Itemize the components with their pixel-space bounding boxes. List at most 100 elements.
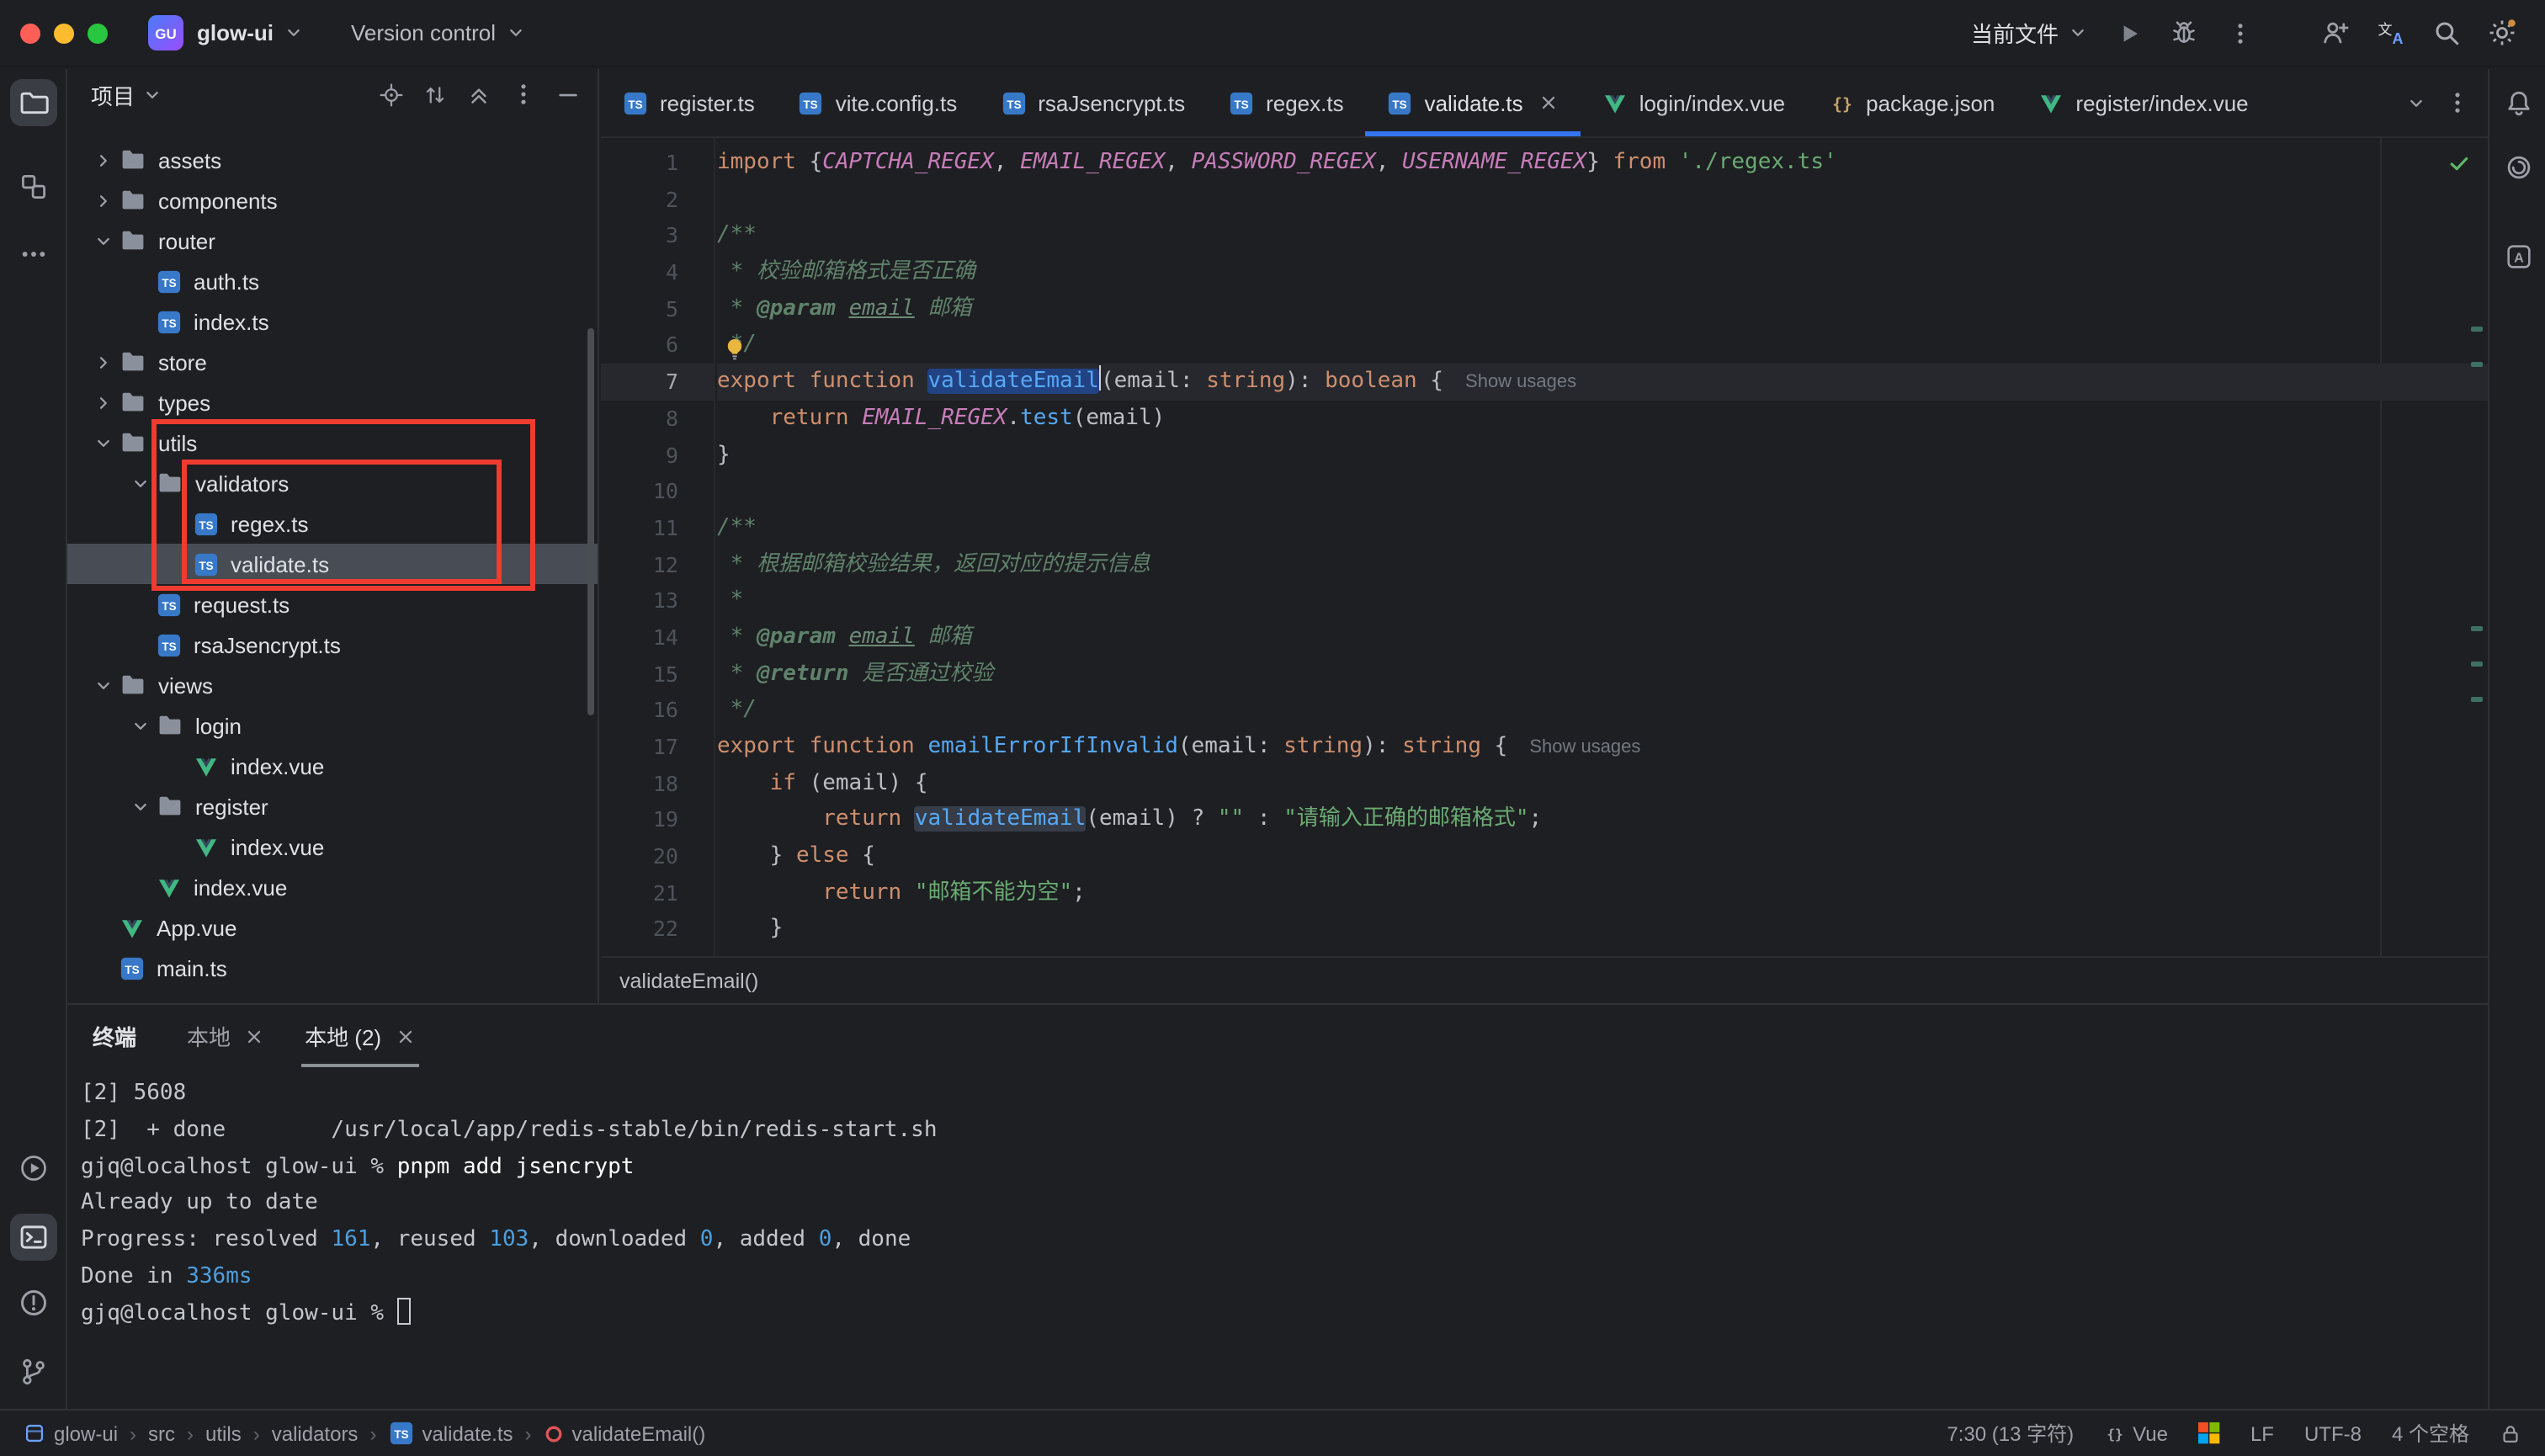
- translate-button[interactable]: 文A: [2368, 11, 2414, 55]
- close-icon[interactable]: [1538, 93, 1559, 113]
- chevron-right-icon[interactable]: [88, 149, 120, 171]
- tree-item-main.ts[interactable]: TSmain.ts: [67, 948, 598, 988]
- project-panel-title[interactable]: 项目: [91, 78, 135, 110]
- close-icon[interactable]: [395, 1026, 415, 1046]
- tree-item-request.ts[interactable]: TSrequest.ts: [67, 584, 598, 624]
- tree-item-register[interactable]: register: [67, 786, 598, 826]
- project-switcher[interactable]: glow-ui: [197, 20, 304, 45]
- chevron-down-icon[interactable]: [125, 472, 157, 494]
- tool-ai-assistant-button[interactable]: [2495, 143, 2542, 190]
- tool-translation-button[interactable]: A: [2495, 232, 2542, 279]
- chevron-down-icon[interactable]: [141, 83, 163, 105]
- statusbar-widget-utf-8[interactable]: UTF-8: [2304, 1421, 2362, 1445]
- search-button[interactable]: [2424, 11, 2469, 55]
- tree-item-index.vue[interactable]: index.vue: [67, 826, 598, 867]
- inlay-hint-show-usages[interactable]: Show usages: [1465, 372, 1576, 392]
- tab-validate.ts[interactable]: TSvalidate.ts: [1366, 69, 1581, 136]
- zoom-window-button[interactable]: [88, 23, 108, 43]
- editor-breadcrumb[interactable]: validateEmail(): [619, 969, 758, 992]
- statusbar-widget-windows[interactable]: [2198, 1422, 2220, 1444]
- run-configuration-widget[interactable]: 当前文件: [1971, 17, 2089, 49]
- minimize-window-button[interactable]: [54, 23, 74, 43]
- run-button[interactable]: [2106, 11, 2151, 55]
- tool-terminal-button[interactable]: [10, 1214, 57, 1261]
- chevron-right-icon[interactable]: [88, 391, 120, 413]
- tool-project-button[interactable]: [10, 79, 57, 126]
- statusbar-widget-lock[interactable]: [2500, 1421, 2521, 1445]
- locate-button[interactable]: [379, 82, 404, 107]
- vcs-widget[interactable]: Version control: [351, 20, 526, 45]
- tool-more-button[interactable]: [10, 231, 57, 278]
- tool-services-button[interactable]: [10, 1145, 57, 1192]
- chevron-right-icon[interactable]: [88, 189, 120, 211]
- chevron-down-icon[interactable]: [88, 432, 120, 454]
- project-scrollbar[interactable]: [587, 328, 594, 715]
- intention-bulb-icon[interactable]: [722, 337, 747, 362]
- statusbar-crumb-validateemail()[interactable]: validateEmail(): [544, 1421, 706, 1445]
- tab-register-index.vue[interactable]: register/index.vue: [2016, 69, 2270, 136]
- tab-regex.ts[interactable]: TSregex.ts: [1207, 69, 1366, 136]
- tabs-menu-button[interactable]: [2444, 89, 2471, 116]
- chevron-down-icon[interactable]: [88, 674, 120, 696]
- tool-notifications-button[interactable]: [2495, 79, 2542, 126]
- tab-login-index.vue[interactable]: login/index.vue: [1581, 69, 1807, 136]
- tree-item-auth.ts[interactable]: TSauth.ts: [67, 261, 598, 301]
- code-editor[interactable]: 12345678910111213141516171819202122 impo…: [601, 138, 2488, 956]
- tree-item-validate.ts[interactable]: TSvalidate.ts: [67, 544, 598, 584]
- statusbar-crumb-utils[interactable]: utils: [205, 1421, 242, 1445]
- tool-problems-button[interactable]: [10, 1279, 57, 1326]
- tree-item-components[interactable]: components: [67, 180, 598, 221]
- tree-item-validators[interactable]: validators: [67, 463, 598, 503]
- statusbar-crumb-src[interactable]: src: [148, 1421, 175, 1445]
- statusbar-crumb-validate.ts[interactable]: TSvalidate.ts: [388, 1421, 513, 1446]
- collapse-all-button[interactable]: [466, 82, 491, 107]
- statusbar-widget-lf[interactable]: LF: [2250, 1421, 2274, 1445]
- collaborate-button[interactable]: [2313, 11, 2358, 55]
- tree-item-router[interactable]: router: [67, 221, 598, 261]
- hide-button[interactable]: [555, 82, 581, 107]
- debug-button[interactable]: [2161, 11, 2207, 55]
- more-vertical-button[interactable]: [510, 81, 537, 108]
- settings-button[interactable]: [2479, 11, 2525, 55]
- statusbar-crumb-glow-ui[interactable]: glow-ui: [24, 1421, 118, 1445]
- tool-modules-button[interactable]: [10, 163, 57, 210]
- chevron-down-icon[interactable]: [125, 715, 157, 736]
- crumb-label: src: [148, 1421, 175, 1445]
- tree-item-rsajsencrypt.ts[interactable]: TSrsaJsencrypt.ts: [67, 624, 598, 665]
- tree-item-utils[interactable]: utils: [67, 422, 598, 463]
- chevron-down-icon[interactable]: [125, 795, 157, 817]
- tree-item-store[interactable]: store: [67, 342, 598, 382]
- tree-item-app.vue[interactable]: App.vue: [67, 907, 598, 948]
- hidden-tabs-button[interactable]: [2405, 92, 2427, 114]
- tree-item-login[interactable]: login: [67, 705, 598, 746]
- statusbar-widget-4-[interactable]: 4 个空格: [2392, 1419, 2469, 1448]
- tree-item-views[interactable]: views: [67, 665, 598, 705]
- tab-vite.config.ts[interactable]: TSvite.config.ts: [777, 69, 980, 136]
- tool-git-branch-button[interactable]: [10, 1348, 57, 1395]
- close-window-button[interactable]: [20, 23, 40, 43]
- terminal-tab--(2)[interactable]: 本地 (2): [284, 1005, 435, 1067]
- tree-item-types[interactable]: types: [67, 382, 598, 422]
- close-icon[interactable]: [244, 1026, 264, 1046]
- inspection-ok-icon[interactable]: [2447, 151, 2471, 175]
- more-vertical-button[interactable]: [2217, 11, 2262, 55]
- chevron-down-icon[interactable]: [88, 230, 120, 252]
- terminal-tab--[interactable]: 本地: [167, 1005, 284, 1067]
- tree-item-regex.ts[interactable]: TSregex.ts: [67, 503, 598, 544]
- statusbar-crumb-validators[interactable]: validators: [272, 1421, 359, 1445]
- statusbar-widget-7-30-(13-)[interactable]: 7:30 (13 字符): [1947, 1419, 2074, 1448]
- inlay-hint-show-usages[interactable]: Show usages: [1529, 737, 1640, 757]
- tab-rsajsencrypt.ts[interactable]: TSrsaJsencrypt.ts: [979, 69, 1207, 136]
- tree-item-index.ts[interactable]: TSindex.ts: [67, 301, 598, 342]
- ts-icon: TS: [194, 511, 219, 536]
- statusbar-widget-vue[interactable]: {}Vue: [2104, 1421, 2168, 1445]
- tab-package.json[interactable]: {}package.json: [1807, 69, 2016, 136]
- tree-item-index.vue[interactable]: index.vue: [67, 867, 598, 907]
- chevron-right-icon[interactable]: [88, 351, 120, 373]
- tab-register.ts[interactable]: TSregister.ts: [601, 69, 777, 136]
- tree-item-assets[interactable]: assets: [67, 140, 598, 180]
- sort-button[interactable]: [422, 82, 448, 107]
- chevron-down-icon: [2067, 22, 2089, 44]
- terminal-output[interactable]: [2] 5608[2] + done /usr/local/app/redis-…: [67, 1067, 2488, 1409]
- tree-item-index.vue[interactable]: index.vue: [67, 746, 598, 786]
